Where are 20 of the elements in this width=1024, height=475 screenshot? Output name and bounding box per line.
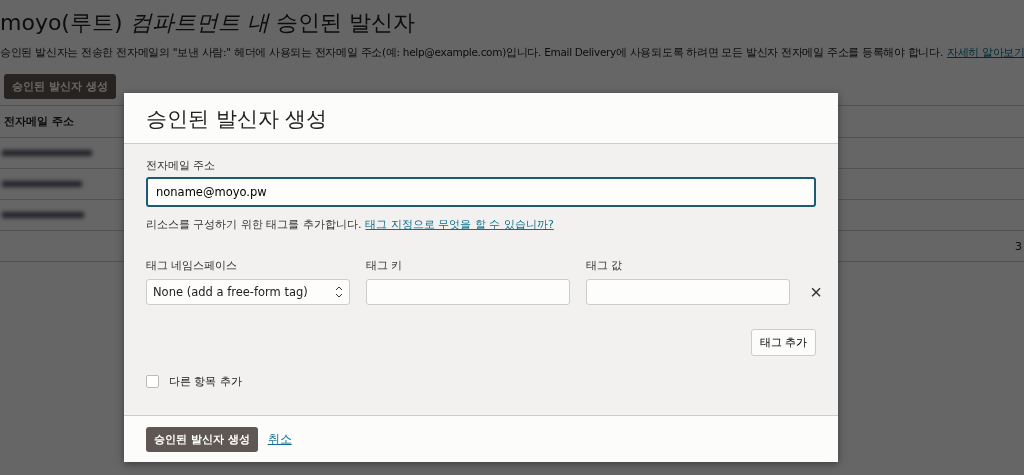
submit-button[interactable]: 승인된 발신자 생성 <box>146 426 258 452</box>
checkbox-label: 다른 항목 추가 <box>169 374 242 389</box>
tag-help-link[interactable]: 태그 지정으로 무엇을 할 수 있습니까? <box>365 218 554 231</box>
field-label: 전자메일 주소 <box>146 158 217 173</box>
page-title: moyo(루트) 컴파트먼트 내 승인된 발신자 <box>0 9 416 37</box>
field-label: 태그 값 <box>586 258 624 273</box>
tag-key-input[interactable] <box>366 279 570 305</box>
email-input[interactable]: noname@moyo.pw <box>146 177 816 207</box>
row-count: 3 <box>1015 239 1022 253</box>
cancel-link[interactable]: 취소 <box>267 431 292 447</box>
field-label: 태그 네임스페이스 <box>146 258 239 273</box>
field-label: 태그 키 <box>366 258 404 273</box>
tag-value-input[interactable] <box>586 279 790 305</box>
checkbox[interactable] <box>146 375 159 388</box>
page-description: 승인된 발신자는 전송한 전자메일의 "보낸 사람:" 헤더에 사용되는 전자메일 주소(예: help@example.com)입니다. Email Delivery에 사용되도록 하려면 모든 발신자 전자메일 주소를 등록해야 합니다. 자세히 알아보기 <box>0 46 1024 60</box>
add-tag-button[interactable]: 태그 추가 <box>750 329 816 356</box>
namespace-select[interactable]: None (add a free-form tag) <box>146 279 350 305</box>
dialog-title: 승인된 발신자 생성 <box>146 106 329 133</box>
tag-hint: 리소스를 구성하기 위한 태그를 추가합니다. 태그 지정으로 무엇을 할 수 있습니까? <box>146 217 555 232</box>
up-down-chevron-icon <box>335 286 343 298</box>
